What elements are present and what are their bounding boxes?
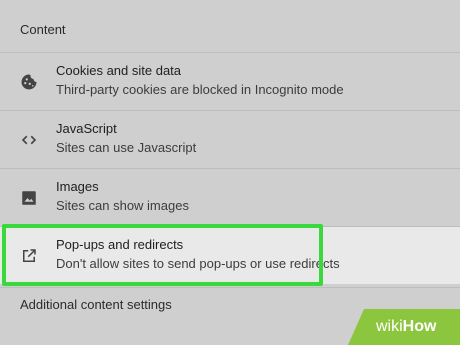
setting-subtitle: Don't allow sites to send pop-ups or use…	[56, 256, 340, 271]
setting-title: Cookies and site data	[56, 63, 182, 78]
divider	[0, 287, 460, 288]
setting-title: Images	[56, 179, 99, 194]
setting-title: JavaScript	[56, 121, 117, 136]
watermark-logo: wikiHow	[348, 309, 460, 345]
image-icon	[20, 189, 38, 207]
watermark-text: wikiHow	[376, 318, 437, 335]
code-brackets-icon	[20, 131, 38, 149]
section-title: Content	[20, 22, 66, 37]
setting-title: Pop-ups and redirects	[56, 237, 184, 252]
setting-subtitle: Third-party cookies are blocked in Incog…	[56, 82, 344, 97]
additional-content-settings[interactable]: Additional content settings	[20, 297, 172, 312]
setting-subtitle: Sites can use Javascript	[56, 140, 197, 155]
settings-page: Content Cookies and site data Third-part…	[0, 0, 460, 345]
setting-row-popups[interactable]: Pop-ups and redirects Don't allow sites …	[0, 226, 460, 284]
setting-row-javascript[interactable]: JavaScript Sites can use Javascript	[0, 110, 460, 168]
open-in-new-icon	[20, 247, 38, 265]
setting-row-cookies[interactable]: Cookies and site data Third-party cookie…	[0, 52, 460, 110]
setting-row-images[interactable]: Images Sites can show images	[0, 168, 460, 226]
cookie-icon	[20, 73, 38, 91]
setting-subtitle: Sites can show images	[56, 198, 189, 213]
